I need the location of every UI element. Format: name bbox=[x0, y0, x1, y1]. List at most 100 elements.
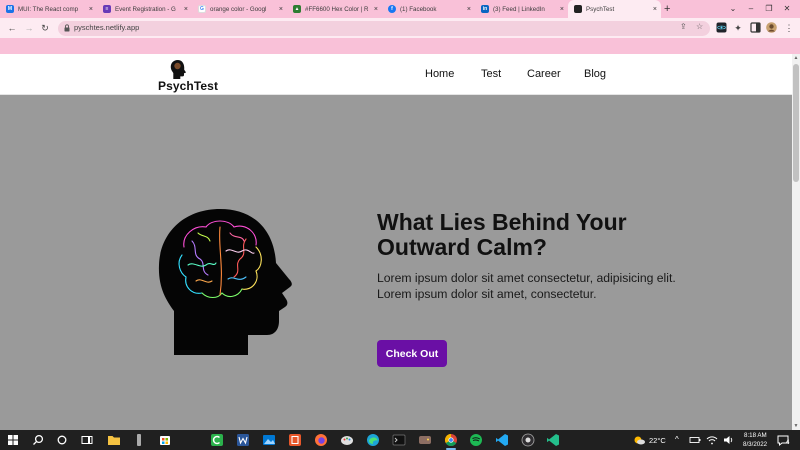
web-page: PsychTest Home Test Career Blog What Lie… bbox=[0, 54, 792, 430]
browser-tab[interactable]: G orange color - Googl × bbox=[192, 0, 287, 18]
reload-icon[interactable]: ↻ bbox=[38, 21, 52, 35]
hero-body: Lorem ipsum dolor sit amet consectetur, … bbox=[377, 270, 697, 302]
nav-blog[interactable]: Blog bbox=[584, 68, 606, 80]
tab-title: orange color - Googl bbox=[210, 5, 267, 13]
hero-section: What Lies Behind Your Outward Calm? Lore… bbox=[0, 95, 792, 430]
head-brain-illustration bbox=[158, 209, 292, 355]
windows-taskbar: 22°C ^ 8:18 AM 8/3/2022 4 bbox=[0, 430, 800, 450]
menu-kebab-icon[interactable]: ⋮ bbox=[782, 21, 796, 35]
close-icon[interactable]: × bbox=[374, 6, 378, 13]
search-icon[interactable] bbox=[31, 433, 45, 447]
close-icon[interactable]: × bbox=[560, 6, 564, 13]
obs-icon[interactable] bbox=[521, 433, 535, 447]
lock-icon bbox=[64, 24, 70, 32]
address-bar[interactable]: pyschtes.netlify.app ⇪ ☆ bbox=[58, 21, 710, 36]
browser-tabstrip: M MUI: The React comp × ≡ Event Registra… bbox=[0, 0, 800, 18]
new-tab-icon[interactable]: + bbox=[664, 0, 670, 18]
windows-start-icon[interactable] bbox=[6, 433, 20, 447]
colorhexa-icon: ▴ bbox=[293, 5, 301, 13]
google-icon: G bbox=[198, 5, 206, 13]
close-icon[interactable]: × bbox=[279, 6, 283, 13]
restore-icon[interactable]: ❐ bbox=[759, 0, 779, 18]
store-icon[interactable] bbox=[158, 433, 172, 447]
brand-logo[interactable]: PsychTest bbox=[158, 59, 228, 93]
tab-title: (3) Feed | LinkedIn bbox=[493, 5, 545, 13]
game-icon[interactable] bbox=[418, 433, 432, 447]
url-text: pyschtes.netlify.app bbox=[74, 23, 140, 32]
scroll-up-icon[interactable]: ▲ bbox=[792, 54, 800, 62]
file-explorer-icon[interactable] bbox=[107, 433, 121, 447]
word-icon[interactable] bbox=[236, 433, 250, 447]
close-icon[interactable]: × bbox=[653, 6, 657, 13]
tab-title: (1) Facebook bbox=[400, 5, 437, 13]
back-icon[interactable]: ← bbox=[5, 21, 19, 35]
vscode-icon[interactable] bbox=[495, 433, 509, 447]
chrome-icon[interactable] bbox=[444, 433, 458, 447]
photos-icon[interactable] bbox=[262, 433, 276, 447]
nav-career[interactable]: Career bbox=[527, 68, 561, 80]
tray-chevron-up-icon[interactable]: ^ bbox=[675, 435, 679, 444]
hero-body-line: Lorem ipsum dolor sit amet consectetur, … bbox=[377, 271, 676, 285]
close-icon[interactable]: × bbox=[467, 6, 471, 13]
bookmark-star-icon[interactable]: ☆ bbox=[696, 22, 703, 31]
minimize-icon[interactable]: – bbox=[741, 0, 761, 18]
tab-title: PsychTest bbox=[586, 5, 615, 13]
tab-title: #FF6600 Hex Color | R bbox=[305, 5, 369, 13]
share-icon[interactable]: ⇪ bbox=[680, 22, 687, 31]
terminal-icon[interactable] bbox=[392, 433, 406, 447]
edge-icon[interactable] bbox=[366, 433, 380, 447]
chevron-down-icon[interactable]: ⌄ bbox=[723, 0, 743, 18]
usb-icon[interactable] bbox=[132, 433, 146, 447]
paint-icon[interactable] bbox=[340, 433, 354, 447]
head-logo-icon bbox=[170, 60, 186, 79]
tab-title: MUI: The React comp bbox=[18, 5, 79, 13]
clock-time[interactable]: 8:18 AM bbox=[744, 432, 767, 439]
tab-title: Event Registration - G bbox=[115, 5, 176, 13]
hero-title: What Lies Behind Your Outward Calm? bbox=[377, 209, 627, 260]
nav-home[interactable]: Home bbox=[425, 68, 454, 80]
browser-toolbar: ← → ↻ pyschtes.netlify.app ⇪ ☆ ✦ ⋮ bbox=[0, 18, 800, 38]
nav-test[interactable]: Test bbox=[481, 68, 501, 80]
weather-temperature: 22°C bbox=[649, 436, 666, 445]
close-icon[interactable]: × bbox=[89, 6, 93, 13]
browser-tab[interactable]: ≡ Event Registration - G × bbox=[97, 0, 192, 18]
mui-icon: M bbox=[6, 5, 14, 13]
side-panel-icon[interactable] bbox=[750, 22, 761, 33]
page-top-band bbox=[0, 38, 800, 54]
window-close-icon[interactable]: ✕ bbox=[777, 0, 797, 18]
clock-date[interactable]: 8/3/2022 bbox=[743, 441, 767, 448]
facebook-icon: f bbox=[388, 5, 396, 13]
browser-tab[interactable]: in (3) Feed | LinkedIn × bbox=[475, 0, 568, 18]
check-out-button[interactable]: Check Out bbox=[377, 340, 447, 367]
linkedin-icon: in bbox=[481, 5, 489, 13]
brand-name: PsychTest bbox=[158, 79, 219, 93]
task-view-icon[interactable] bbox=[80, 433, 94, 447]
vscode-insiders-icon[interactable] bbox=[546, 433, 560, 447]
weather-icon[interactable] bbox=[632, 433, 646, 447]
volume-icon[interactable] bbox=[722, 433, 736, 447]
forward-icon[interactable]: → bbox=[22, 21, 36, 35]
cortana-icon[interactable] bbox=[55, 433, 69, 447]
page-scrollbar[interactable]: ▲ ▼ bbox=[792, 54, 800, 430]
browser-tab[interactable]: f (1) Facebook × bbox=[382, 0, 475, 18]
close-icon[interactable]: × bbox=[184, 6, 188, 13]
react-devtools-icon[interactable] bbox=[716, 22, 727, 33]
scroll-down-icon[interactable]: ▼ bbox=[792, 422, 800, 430]
spotify-icon[interactable] bbox=[469, 433, 483, 447]
camtasia-icon[interactable] bbox=[210, 433, 224, 447]
browser-tab[interactable]: ▴ #FF6600 Hex Color | R × bbox=[287, 0, 382, 18]
notification-count-badge: 4 bbox=[786, 440, 790, 446]
hero-body-line: Lorem ipsum dolor sit amet, consectetur. bbox=[377, 287, 597, 301]
forms-icon: ≡ bbox=[103, 5, 111, 13]
wifi-icon[interactable] bbox=[705, 433, 719, 447]
profile-avatar[interactable] bbox=[766, 22, 777, 33]
scrollbar-thumb[interactable] bbox=[793, 64, 799, 182]
site-navbar: PsychTest Home Test Career Blog bbox=[0, 54, 792, 95]
battery-icon[interactable] bbox=[688, 433, 702, 447]
psychtest-icon bbox=[574, 5, 582, 13]
browser-tab-active[interactable]: PsychTest × bbox=[568, 0, 661, 18]
browser-tab[interactable]: M MUI: The React comp × bbox=[0, 0, 97, 18]
extensions-icon[interactable]: ✦ bbox=[731, 21, 745, 35]
firefox-icon[interactable] bbox=[314, 433, 328, 447]
presentation-icon[interactable] bbox=[288, 433, 302, 447]
